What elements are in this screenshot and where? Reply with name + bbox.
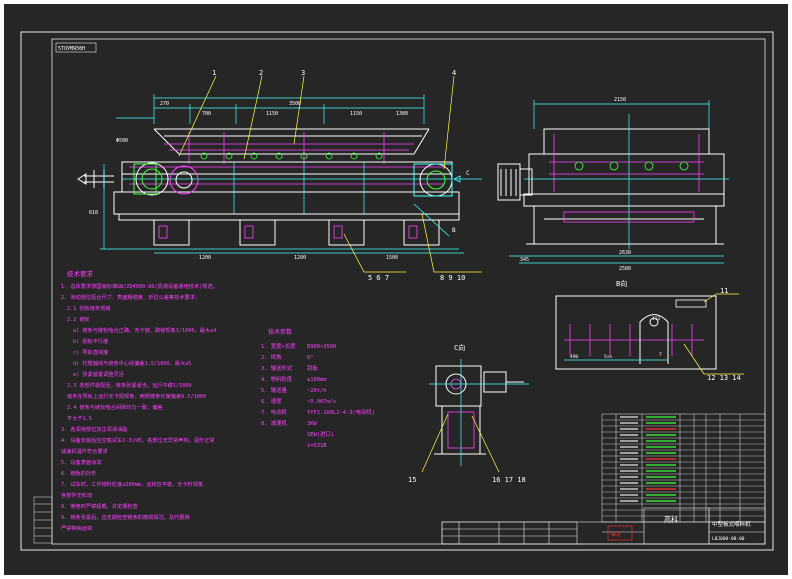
tech-line: 2. 滑动部位配合尺寸、表面粗糙度、形位公差等技术要求：	[61, 293, 200, 301]
b-view-label: B向	[616, 279, 627, 288]
dim-610: 610	[89, 210, 98, 216]
tech-line: a) 链条与链轮啮合正确，无卡链、跳链现象1/1000，最大≤4	[73, 326, 216, 334]
param-value: ~0.007m/s	[307, 399, 336, 405]
tech-line: 严禁带病运转	[61, 524, 92, 532]
drawing-name: 中型板式喂料机	[712, 520, 751, 528]
callout-3: 3	[301, 69, 305, 77]
tech-line: 2.2 链轮	[67, 315, 90, 323]
callout-16-17-18: 16 17 18	[492, 476, 526, 484]
tech-line: 各部件无松动	[61, 491, 92, 499]
tech-line: 6. 链板的外形	[61, 469, 97, 477]
b-arrow-label: B	[452, 227, 456, 234]
tech-line: d) 托辊轴线与链条中心线偏差1.5/1000，最大≤5	[73, 359, 191, 367]
dim-1500: 1500	[386, 255, 398, 261]
callout-5-6-7: 5 6 7	[368, 274, 389, 282]
tech-line: 不大于1.5	[67, 414, 92, 422]
param-key: 2. 倾角	[261, 353, 282, 361]
dim-5xn: 5×n	[604, 354, 612, 360]
callout-2: 2	[259, 69, 263, 77]
param-value: ~20t/h	[307, 388, 326, 394]
tech-line: 2.1 刮板链条规格	[67, 304, 111, 312]
dim-1150a: 1150	[266, 111, 278, 117]
dim-1200b: 1200	[294, 255, 306, 261]
dim-1380: 1380	[396, 111, 408, 117]
tech-line: 8. 使用时严禁超载，并定期检查	[61, 502, 138, 510]
tech-line: 3. 各润滑部位加注润滑油脂	[61, 425, 127, 433]
company-name: 高科	[664, 515, 678, 524]
tech-line: 2.4 链条与链轮啮合间隙均匀一致，偏差	[67, 403, 163, 411]
tech-line: 减速机温升符合要求	[61, 447, 109, 455]
callout-8-9-10: 8 9 10	[440, 274, 465, 282]
param-key: 7. 电动机	[261, 408, 288, 416]
param-value: SEW(进口)	[307, 430, 334, 438]
param-value: 0°	[307, 355, 314, 361]
tech-line: 9. 链条张紧后，应定期检查链条的磨损情况，及时更换	[61, 513, 190, 521]
tech-line: 链条在导轨上运行无卡阻现象，两侧链条长度偏差0.5/1000	[67, 392, 206, 400]
tech-line: b) 刮板平行度	[73, 337, 108, 345]
left-revision-strip	[33, 496, 53, 544]
dim-270: 270	[160, 101, 169, 107]
drawing-sheet: 5ТОУМЯЭ8Н 270 700 1150 1150 1380 3500 Φ5…	[4, 4, 788, 575]
top-tag: 5ТОУМЯЭ8Н	[58, 46, 85, 52]
param-value: B900×3500	[307, 344, 336, 350]
callout-12-13-14: 12 13 14	[707, 374, 741, 382]
dim-113: 113	[652, 316, 660, 322]
callout-11: 11	[720, 287, 728, 295]
param-value: YYF2-100L2-4-3(电动机)	[307, 408, 375, 416]
c-arrow-label: C	[466, 170, 470, 177]
cad-drawing: 5ТОУМЯЭ8Н 270 700 1150 1150 1380 3500 Φ5…	[4, 4, 788, 575]
param-value: i=531B	[307, 443, 326, 449]
dim-2630: 2630	[619, 250, 631, 256]
tech-title: 技术要求	[67, 269, 94, 278]
tech-line: c) 导轨直线度	[73, 348, 108, 356]
dim-1150b: 1150	[350, 111, 362, 117]
dim-490: 490	[570, 354, 578, 360]
param-key: 6. 速度	[261, 397, 282, 405]
callout-15: 15	[408, 476, 416, 484]
tech-line: e) 张紧装置调整灵活	[73, 370, 124, 378]
tech-line: 7. 试车时，工作物料粒度≤200mm，运转应平稳，无卡料现象	[61, 480, 203, 488]
callout-4: 4	[452, 69, 456, 77]
dim-2150: 2150	[614, 97, 626, 103]
approval-stamp: 审定	[611, 531, 621, 538]
tech-line: 1. 总体要求按国家标准GB/ZQ4000-86(机械设备通用技术)规范。	[61, 282, 218, 290]
param-value: 3KW	[307, 421, 317, 427]
dim-7: 7	[659, 352, 662, 358]
tech-line: 4. 设备安装后应空载试车2-3小时，各部位无异常声响，温升正常	[61, 436, 215, 444]
tech-line: 2.3 各部件装配后，链条张紧适当，运行平稳1/1000	[67, 381, 192, 389]
param-title: 技术参数	[268, 328, 292, 336]
dim-345: 345	[520, 257, 529, 263]
param-key: 5. 输送量	[261, 386, 288, 394]
dim-700: 700	[202, 111, 211, 117]
dim-2580: 2580	[619, 266, 631, 272]
dim-500: Φ500	[116, 138, 128, 144]
c-view-label: C向	[454, 343, 465, 352]
drawing-number: LBJ000-00-00	[712, 536, 745, 542]
param-key: 3. 输送形式	[261, 364, 293, 372]
param-value: ≤100mm	[307, 377, 326, 383]
callout-1: 1	[212, 69, 216, 77]
param-key: 4. 物料粒度	[261, 375, 293, 383]
param-key: 8. 减速机	[261, 419, 288, 427]
param-key: 1. 宽度×长度	[261, 342, 296, 350]
param-value: 刮板	[307, 364, 318, 372]
dim-1200a: 1200	[199, 255, 211, 261]
tech-line: 5. 设备表面涂漆	[61, 458, 102, 466]
